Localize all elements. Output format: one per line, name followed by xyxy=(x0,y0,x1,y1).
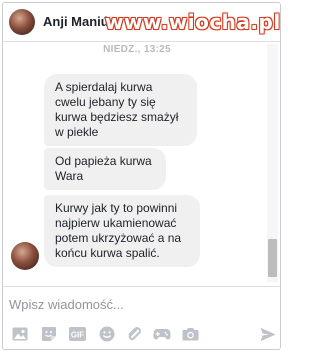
svg-text:GIF: GIF xyxy=(70,330,83,339)
camera-icon[interactable] xyxy=(181,325,199,343)
send-icon[interactable] xyxy=(259,325,277,343)
image-icon[interactable] xyxy=(11,325,29,343)
composer-toolbar: GIF xyxy=(11,325,276,345)
message-bubble: Kurwy jak ty to powinni najpierw ukamien… xyxy=(44,195,200,267)
sender-avatar[interactable] xyxy=(11,242,39,270)
message-timestamp: NIEDZ., 13:25 xyxy=(103,44,171,55)
message-input[interactable] xyxy=(9,295,259,313)
gif-icon[interactable]: GIF xyxy=(68,325,86,343)
game-icon[interactable] xyxy=(153,325,171,343)
emoji-icon[interactable] xyxy=(98,325,116,343)
message-composer: GIF xyxy=(3,286,280,349)
chat-header[interactable]: Anji Maniú www.wiocha.pl xyxy=(3,3,280,42)
message-bubble: A spierdalaj kurwa cwelu jebany ty się k… xyxy=(44,74,197,146)
contact-avatar[interactable] xyxy=(9,9,35,35)
message-bubble: Od papieża kurwa Wara xyxy=(44,148,166,190)
watermark: www.wiocha.pl xyxy=(105,10,281,34)
message-list: NIEDZ., 13:25 A spierdalaj kurwa cwelu j… xyxy=(3,42,280,285)
chat-window: Anji Maniú www.wiocha.pl NIEDZ., 13:25 A… xyxy=(2,2,281,350)
sticker-icon[interactable] xyxy=(40,325,58,343)
attach-icon[interactable] xyxy=(125,325,143,343)
scrollbar-thumb[interactable] xyxy=(268,239,277,277)
